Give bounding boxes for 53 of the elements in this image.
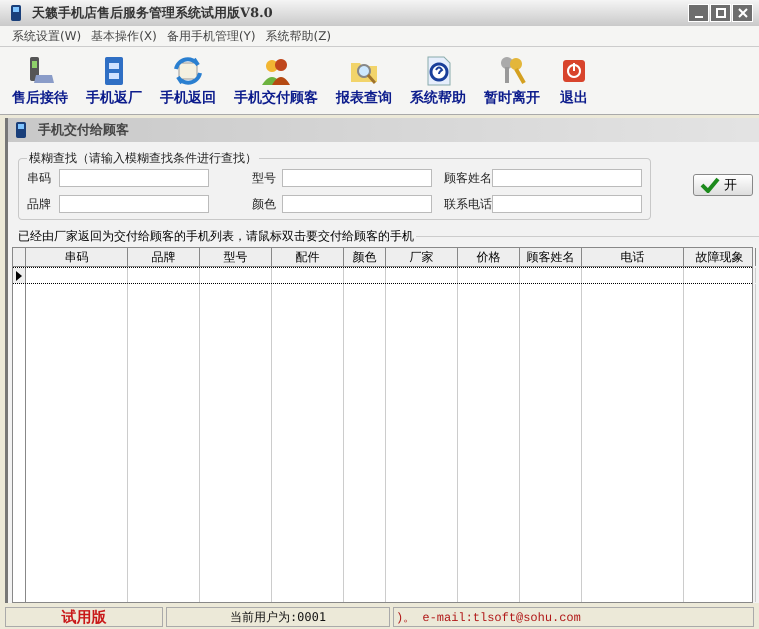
menu-item[interactable]: 系统帮助(Z): [266, 28, 332, 44]
input-field[interactable]: [59, 195, 209, 213]
menu-item[interactable]: 基本操作(X): [91, 28, 157, 44]
phone-icon: [10, 4, 22, 22]
checkmark-icon: [700, 177, 720, 193]
toolbar-button[interactable]: 暂时离开: [478, 54, 546, 106]
toolbar-button[interactable]: 系统帮助: [404, 54, 472, 106]
current-user-text: 当前用户为:0001: [166, 607, 390, 627]
toolbar-button[interactable]: 退出: [552, 54, 596, 106]
list-caption: 已经由厂家返回为交付给顾客的手机列表，请鼠标双击要交付给顾客的手机: [18, 228, 414, 245]
input-field[interactable]: [492, 195, 642, 213]
maximize-icon: [716, 8, 726, 18]
window-title: 天籁手机店售后服务管理系统试用版V8.0: [32, 4, 274, 22]
column-header[interactable]: 故障现象: [684, 248, 756, 266]
contact-email-text: )。 e-mail:tlsoft@sohu.com: [393, 607, 754, 627]
maximize-button[interactable]: [710, 4, 731, 22]
column-header[interactable]: 电话: [582, 248, 684, 266]
column-header[interactable]: 颜色: [344, 248, 386, 266]
column-header[interactable]: 串码: [26, 248, 128, 266]
toolbar-button[interactable]: 手机返厂: [80, 54, 148, 106]
field-label: 型号: [252, 170, 277, 186]
column-header[interactable]: 价格: [458, 248, 520, 266]
close-button[interactable]: [732, 4, 753, 22]
field-label: 颜色: [252, 196, 277, 212]
toolbar-button[interactable]: 售后接待: [6, 54, 74, 106]
minimize-icon: [694, 16, 702, 18]
input-field[interactable]: [59, 169, 209, 187]
column-header[interactable]: 顾客姓名: [520, 248, 582, 266]
input-field[interactable]: [282, 195, 432, 213]
input-field[interactable]: [282, 169, 432, 187]
row-pointer-icon: [16, 270, 22, 280]
toolbar-button[interactable]: 报表查询: [330, 54, 398, 106]
close-icon: [738, 8, 748, 18]
menu-item[interactable]: 系统设置(W): [12, 28, 82, 44]
field-label: 顾客姓名: [444, 170, 492, 186]
group-title: 模糊查找（请输入模糊查找条件进行查找）: [28, 150, 258, 167]
toolbar-button[interactable]: 手机交付顾客: [228, 54, 324, 106]
child-window-title: 手机交付给顾客: [38, 122, 129, 139]
minimize-button[interactable]: [688, 4, 709, 22]
column-header[interactable]: 型号: [200, 248, 272, 266]
field-label: 品牌: [27, 196, 52, 212]
field-label: 联系电话: [444, 196, 492, 212]
column-header[interactable]: 品牌: [128, 248, 200, 266]
column-header[interactable]: 厂家: [386, 248, 458, 266]
phone-icon: [16, 122, 26, 138]
trial-label: 试用版: [5, 607, 163, 627]
field-label: 串码: [27, 170, 52, 186]
toolbar-button[interactable]: 手机返回: [154, 54, 222, 106]
menu-item[interactable]: 备用手机管理(Y): [166, 28, 256, 44]
start-button[interactable]: 开: [693, 174, 753, 196]
input-field[interactable]: [492, 169, 642, 187]
column-header[interactable]: 配件: [272, 248, 344, 266]
refresh-icon: [172, 54, 204, 86]
